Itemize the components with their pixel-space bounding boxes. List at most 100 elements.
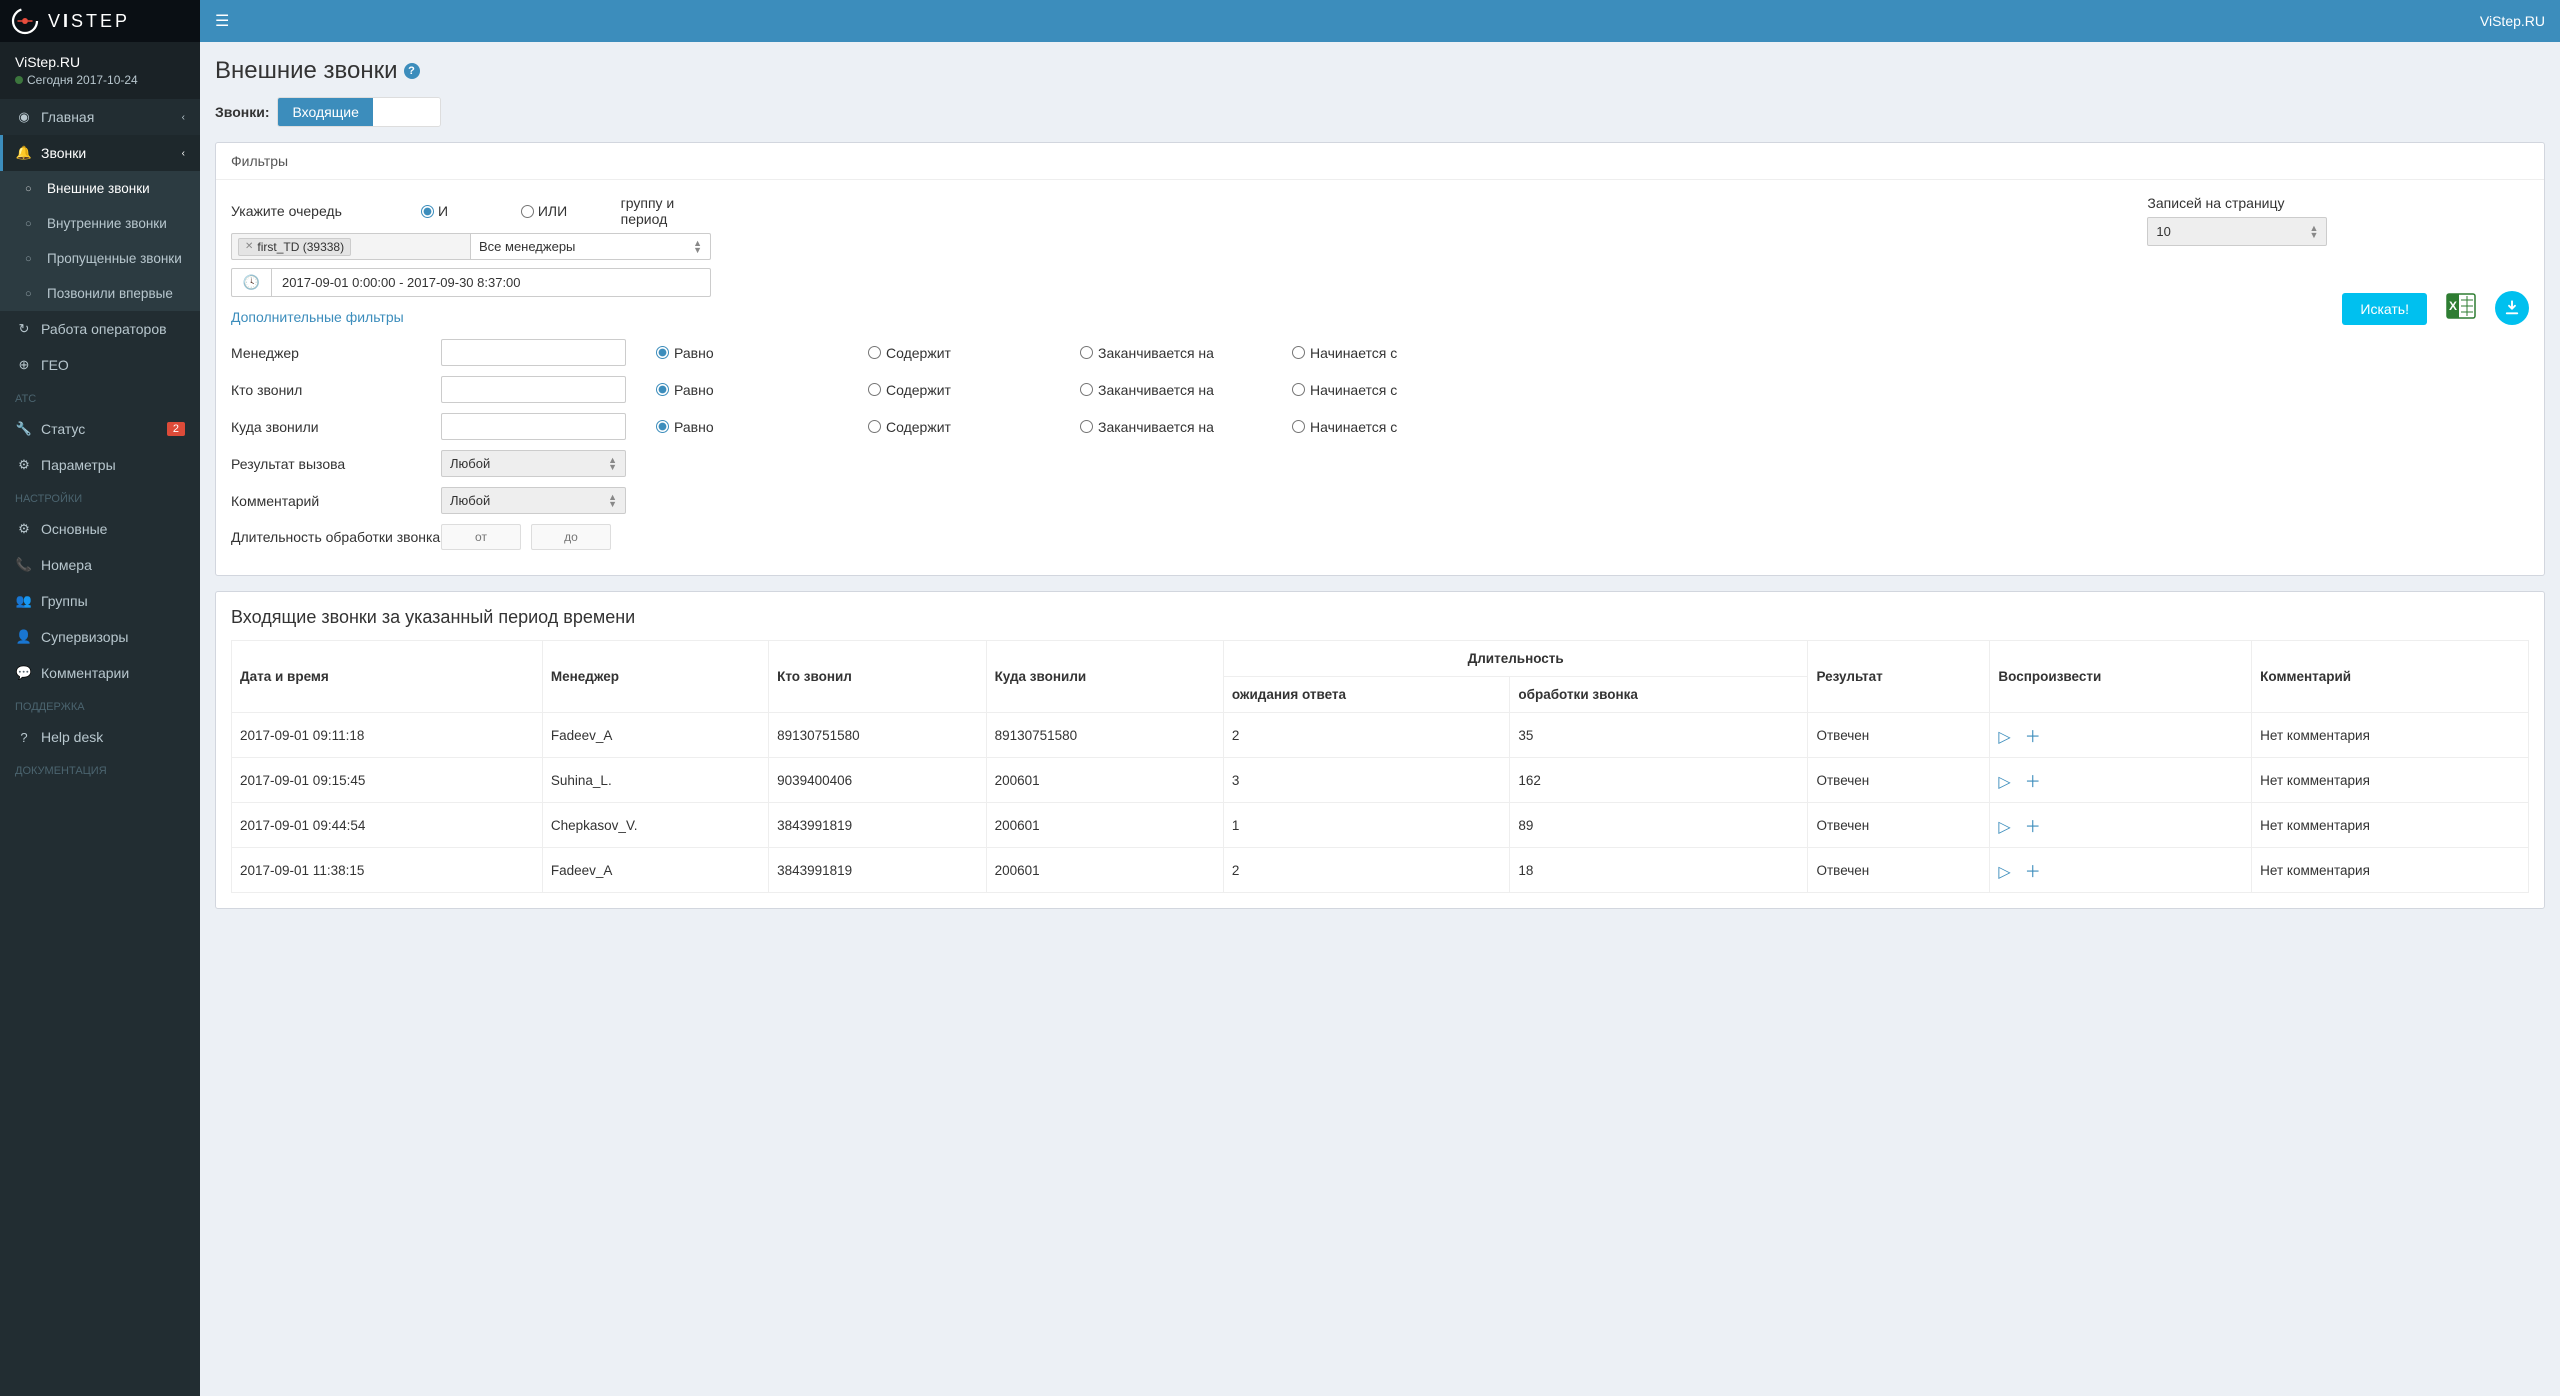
sidebar-item-first-time-calls[interactable]: ○Позвонили впервые [0, 276, 200, 311]
th-result[interactable]: Результат [1808, 641, 1990, 713]
caller-input[interactable] [441, 376, 626, 403]
sidebar-item-missed-calls[interactable]: ○Пропущенные звонки [0, 241, 200, 276]
bell-icon: 🔔 [15, 145, 33, 161]
cell-caller: 3843991819 [769, 803, 986, 848]
sidebar-item-main[interactable]: ◉ Главная ‹ [0, 99, 200, 135]
th-callee[interactable]: Куда звонили [986, 641, 1223, 713]
cell-wait: 3 [1223, 758, 1510, 803]
sidebar-item-internal-calls[interactable]: ○Внутренние звонки [0, 206, 200, 241]
radio-eq-callee[interactable]: Равно [656, 419, 868, 435]
tab-outgoing[interactable] [373, 98, 440, 126]
user-panel: ViStep.RU Сегодня 2017-10-24 [0, 42, 200, 99]
download-icon[interactable] [2495, 291, 2529, 325]
remove-tag-icon[interactable]: ✕ [245, 241, 253, 252]
cell-callee: 200601 [986, 848, 1223, 893]
play-icon[interactable]: ▷ [1998, 819, 2010, 836]
cell-result: Отвечен [1808, 713, 1990, 758]
sidebar-item-numbers[interactable]: 📞Номера [0, 547, 200, 583]
play-icon[interactable]: ▷ [1998, 729, 2010, 746]
sidebar-item-groups[interactable]: 👥Группы [0, 583, 200, 619]
radio-starts-manager[interactable]: Начинается с [1292, 345, 1504, 361]
user-name: ViStep.RU [15, 54, 185, 70]
wrench-icon: 🔧 [15, 421, 33, 437]
table-row: 2017-09-01 09:44:54Chepkasov_V.384399181… [232, 803, 2529, 848]
menu-toggle-icon[interactable]: ☰ [215, 11, 229, 31]
records-select[interactable]: 10 ▲▼ [2147, 217, 2327, 246]
sidebar-item-general[interactable]: ⚙Основные [0, 511, 200, 547]
callee-input[interactable] [441, 413, 626, 440]
managers-select[interactable]: Все менеджеры ▲▼ [471, 233, 711, 260]
plus-icon[interactable]: ＋ [2025, 864, 2041, 881]
duration-from-input[interactable] [441, 524, 521, 550]
result-select[interactable]: Любой▲▼ [441, 450, 626, 477]
gear-icon: ⚙ [15, 521, 33, 537]
radio-eq-manager[interactable]: Равно [656, 345, 868, 361]
queue-label: Укажите очередь [231, 203, 421, 219]
updown-icon: ▲▼ [608, 494, 617, 508]
th-datetime[interactable]: Дата и время [232, 641, 543, 713]
cell-caller: 3843991819 [769, 848, 986, 893]
radio-eq-caller[interactable]: Равно [656, 382, 868, 398]
sidebar-item-operators[interactable]: ↻Работа операторов [0, 311, 200, 347]
export-excel-icon[interactable]: X [2442, 287, 2480, 325]
comment-select[interactable]: Любой▲▼ [441, 487, 626, 514]
status-dot-icon [15, 76, 23, 84]
manager-label: Менеджер [231, 345, 441, 361]
logo-text: VISTEP [48, 11, 130, 32]
radio-contains-caller[interactable]: Содержит [868, 382, 1080, 398]
play-icon[interactable]: ▷ [1998, 864, 2010, 881]
plus-icon[interactable]: ＋ [2025, 819, 2041, 836]
sidebar-item-external-calls[interactable]: ○Внешние звонки [0, 171, 200, 206]
sidebar-item-helpdesk[interactable]: ?Help desk [0, 719, 200, 755]
radio-contains-callee[interactable]: Содержит [868, 419, 1080, 435]
radio-ends-manager[interactable]: Заканчивается на [1080, 345, 1292, 361]
cell-manager: Fadeev_A [542, 848, 768, 893]
updown-icon: ▲▼ [608, 457, 617, 471]
date-range-input[interactable]: 🕓 2017-09-01 0:00:00 - 2017-09-30 8:37:0… [231, 268, 711, 297]
radio-starts-callee[interactable]: Начинается с [1292, 419, 1504, 435]
th-manager[interactable]: Менеджер [542, 641, 768, 713]
callee-label: Куда звонили [231, 419, 441, 435]
tab-incoming[interactable]: Входящие [278, 98, 372, 126]
extra-filters-link[interactable]: Дополнительные фильтры [231, 309, 404, 325]
radio-starts-caller[interactable]: Начинается с [1292, 382, 1504, 398]
cell-result: Отвечен [1808, 803, 1990, 848]
manager-input[interactable] [441, 339, 626, 366]
group-period-label: группу и период [621, 195, 711, 227]
radio-contains-manager[interactable]: Содержит [868, 345, 1080, 361]
search-button[interactable]: Искать! [2342, 293, 2427, 325]
topbar-brand[interactable]: ViStep.RU [2480, 13, 2545, 29]
cell-callee: 89130751580 [986, 713, 1223, 758]
sidebar-item-supervisors[interactable]: 👤Супервизоры [0, 619, 200, 655]
cell-play: ▷＋ [1990, 758, 2252, 803]
queue-tag: ✕first_TD (39338) [238, 238, 351, 256]
cell-callee: 200601 [986, 803, 1223, 848]
sidebar-item-geo[interactable]: ⊕ГЕО [0, 347, 200, 383]
queue-select[interactable]: ✕first_TD (39338) [231, 233, 471, 260]
cell-handle: 35 [1510, 713, 1808, 758]
radio-or[interactable]: ИЛИ [521, 195, 621, 227]
user-status: Сегодня 2017-10-24 [15, 73, 185, 87]
sidebar-item-comments[interactable]: 💬Комментарии [0, 655, 200, 691]
table-panel: Входящие звонки за указанный период врем… [215, 591, 2545, 909]
th-caller[interactable]: Кто звонил [769, 641, 986, 713]
help-icon[interactable]: ? [404, 63, 420, 79]
radio-ends-caller[interactable]: Заканчивается на [1080, 382, 1292, 398]
radio-and[interactable]: И [421, 195, 521, 227]
sidebar-item-status[interactable]: 🔧Статус2 [0, 411, 200, 447]
filters-header: Фильтры [216, 143, 2544, 180]
plus-icon[interactable]: ＋ [2025, 729, 2041, 746]
th-duration-group: Длительность [1223, 641, 1808, 677]
duration-to-input[interactable] [531, 524, 611, 550]
refresh-icon: ↻ [15, 321, 33, 337]
duration-label: Длительность обработки звонка [231, 529, 441, 545]
plus-icon[interactable]: ＋ [2025, 774, 2041, 791]
sidebar-item-params[interactable]: ⚙Параметры [0, 447, 200, 483]
radio-ends-callee[interactable]: Заканчивается на [1080, 419, 1292, 435]
play-icon[interactable]: ▷ [1998, 774, 2010, 791]
sidebar-item-calls[interactable]: 🔔 Звонки ‹ [0, 135, 200, 171]
th-handle[interactable]: обработки звонка [1510, 677, 1808, 713]
cell-manager: Fadeev_A [542, 713, 768, 758]
cell-wait: 2 [1223, 848, 1510, 893]
th-wait[interactable]: ожидания ответа [1223, 677, 1510, 713]
